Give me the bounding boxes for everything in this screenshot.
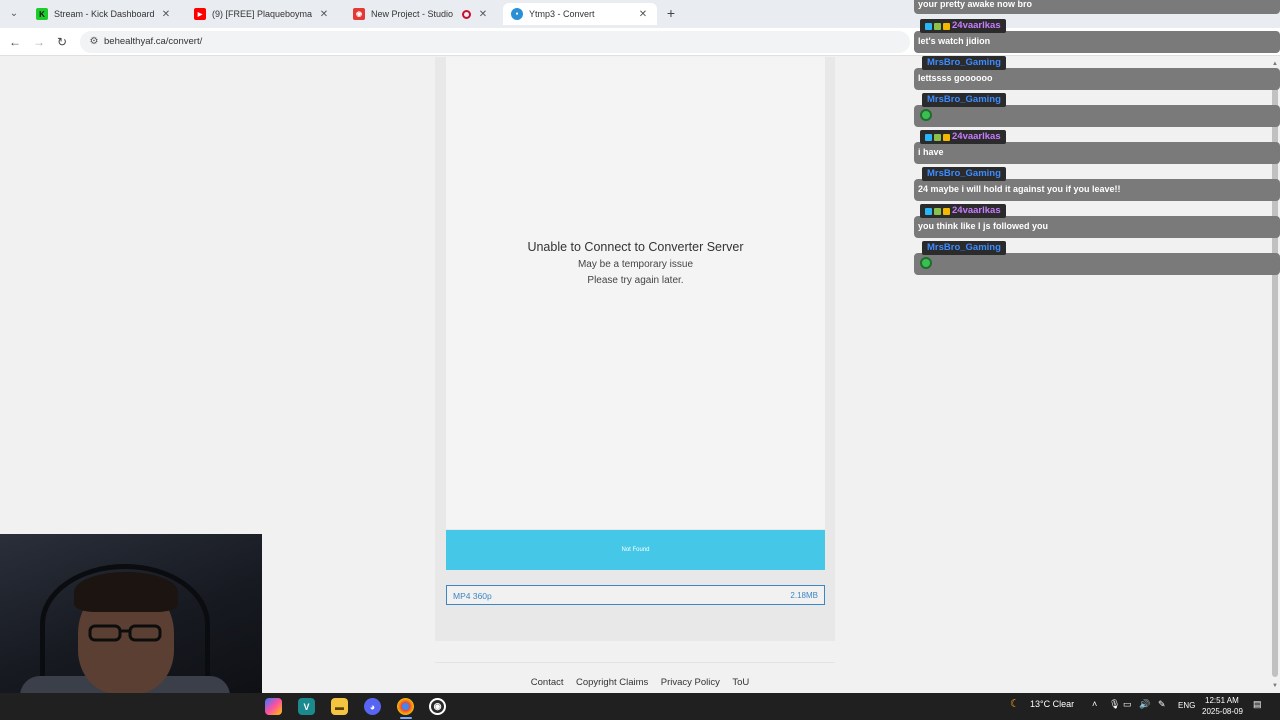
- chat-message-body: [914, 253, 1280, 275]
- chat-username: 24vaarlkas: [920, 130, 1006, 144]
- new-tab-plus-icon[interactable]: +: [664, 6, 678, 20]
- footer-link-copyright-claims[interactable]: Copyright Claims: [576, 677, 648, 688]
- badge-icon: [934, 207, 941, 215]
- chat-username: MrsBro_Gaming: [922, 93, 1006, 107]
- tab-kick-dashboard[interactable]: K Stream - Kick Dashboard ✕: [28, 3, 180, 25]
- scroll-down-arrow-icon[interactable]: ▼: [1270, 681, 1280, 691]
- chat-message-text: you think like I js followed you: [918, 221, 1049, 231]
- chat-username: 24vaarlkas: [920, 204, 1006, 218]
- badge-icon: [925, 133, 932, 141]
- close-tab-icon[interactable]: ✕: [318, 9, 330, 20]
- crown-badge-icon: [943, 22, 950, 30]
- format-size: 2.18MB: [790, 591, 818, 600]
- volume-icon[interactable]: 🔊: [1139, 699, 1150, 710]
- chat-username: MrsBro_Gaming: [922, 167, 1006, 181]
- crown-badge-icon: [943, 207, 950, 215]
- ytmp3-favicon-icon: ●: [511, 8, 523, 20]
- chat-message-body: lettssss goooooo: [914, 68, 1280, 90]
- chat-message-text: let's watch jidion: [918, 36, 991, 46]
- chat-username: MrsBro_Gaming: [922, 56, 1006, 70]
- forward-arrow-icon[interactable]: →: [32, 35, 46, 49]
- network-icon[interactable]: ▭: [1123, 699, 1132, 710]
- vegas-app-icon[interactable]: V: [298, 698, 315, 715]
- site-info-icon[interactable]: ⚙: [88, 36, 100, 48]
- chat-message-text: i have: [918, 147, 944, 157]
- chat-message-body: 24 maybe i will hold it against you if y…: [914, 179, 1280, 201]
- pen-icon[interactable]: ✎: [1158, 699, 1166, 710]
- badge-icon: [934, 22, 941, 30]
- kick-favicon-icon: K: [36, 8, 48, 20]
- chat-message-body: [914, 105, 1280, 127]
- webcam-overlay: [0, 534, 262, 693]
- error-message-line2: Please try again later.: [587, 275, 684, 286]
- footer-link-privacy-policy[interactable]: Privacy Policy: [661, 677, 720, 688]
- notifications-icon[interactable]: ▤: [1253, 699, 1262, 710]
- recording-indicator-icon: [462, 9, 471, 19]
- crown-badge-icon: [943, 133, 950, 141]
- badge-icon: [925, 22, 932, 30]
- tab-studio[interactable]: ◉ New Project - Studio ✕: [345, 3, 497, 25]
- format-name: MP4 360p: [453, 591, 492, 601]
- youtube-favicon-icon: ▶: [194, 8, 206, 20]
- address-url: behealthyaf.ca/convert/: [104, 36, 203, 47]
- chat-message-body: let's watch jidion: [914, 31, 1280, 53]
- weather-text[interactable]: 13°C Clear: [1030, 699, 1074, 709]
- tab-search-chevron-icon[interactable]: ⌄: [6, 6, 22, 22]
- tab-title: (9) [FREE] Plaqueboymax Type I: [212, 9, 312, 19]
- address-bar[interactable]: ⚙ behealthyaf.ca/convert/: [80, 31, 910, 53]
- chat-message-text: lettssss goooooo: [918, 73, 993, 83]
- microphone-icon[interactable]: 🎙: [1109, 699, 1120, 710]
- badge-icon: [925, 207, 932, 215]
- tab-youtube[interactable]: ▶ (9) [FREE] Plaqueboymax Type I ✕: [186, 3, 338, 25]
- badge-icon: [934, 133, 941, 141]
- glasses-icon: [88, 624, 162, 642]
- not-found-button[interactable]: Not Found: [446, 530, 825, 570]
- back-arrow-icon[interactable]: ←: [8, 35, 22, 49]
- chat-message-body: you think like I js followed you: [914, 216, 1280, 238]
- chat-message-body: i have: [914, 142, 1280, 164]
- converter-panel: [446, 57, 825, 529]
- chat-username: MrsBro_Gaming: [922, 241, 1006, 255]
- green-emote-icon: [920, 109, 932, 121]
- close-tab-icon[interactable]: ✕: [637, 9, 649, 20]
- error-title: Unable to Connect to Converter Server: [527, 240, 744, 254]
- green-emote-icon: [920, 257, 932, 269]
- obs-icon[interactable]: ◉: [429, 698, 446, 715]
- hair-shape: [74, 572, 178, 612]
- error-message-line1: May be a temporary issue: [577, 259, 694, 270]
- clock-time[interactable]: 12:51 AM: [1205, 696, 1239, 705]
- footer-link-contact[interactable]: Contact: [531, 677, 564, 688]
- reload-icon[interactable]: ↻: [55, 35, 69, 49]
- close-tab-icon[interactable]: ✕: [160, 9, 172, 20]
- chat-message-text: 24 maybe i will hold it against you if y…: [918, 184, 1121, 194]
- studio-favicon-icon: ◉: [353, 8, 365, 20]
- discord-icon[interactable]: ◕: [364, 698, 381, 715]
- close-tab-icon[interactable]: ✕: [477, 9, 489, 20]
- file-explorer-icon[interactable]: ▬: [331, 698, 348, 715]
- tab-title: Stream - Kick Dashboard: [54, 9, 154, 19]
- chrome-active-indicator: [400, 717, 412, 719]
- weather-moon-icon[interactable]: ☾: [1010, 697, 1020, 710]
- footer-link-tou[interactable]: ToU: [732, 677, 749, 688]
- windows-taskbar: V ▬ ◕ ◉ ☾ 13°C Clear ˄ 🎙 ▭ 🔊 ✎ ENG 12:51…: [0, 693, 1280, 720]
- format-option-mp4-360p[interactable]: MP4 360p 2.18MB: [446, 585, 825, 605]
- tab-title: Ytmp3 - Convert: [529, 9, 595, 19]
- chat-message-text: your pretty awake now bro: [918, 0, 1033, 9]
- screen: ⌄ K Stream - Kick Dashboard ✕ ▶ (9) [FRE…: [0, 0, 1280, 720]
- footer-divider: [435, 662, 835, 663]
- chat-message-body: your pretty awake now bro: [914, 0, 1280, 14]
- chrome-icon[interactable]: [397, 698, 414, 715]
- copilot-icon[interactable]: [265, 698, 282, 715]
- tab-ytmp3-convert[interactable]: ● Ytmp3 - Convert ✕: [503, 3, 657, 25]
- clock-date[interactable]: 2025-08-09: [1202, 707, 1243, 716]
- tab-title: New Project - Studio: [371, 9, 454, 19]
- stream-chat-overlay: your pretty awake now bro let's watch ji…: [914, 0, 1280, 275]
- chat-username: 24vaarlkas: [920, 19, 1006, 33]
- language-indicator[interactable]: ENG: [1178, 701, 1195, 710]
- tray-chevron-up-icon[interactable]: ˄: [1092, 699, 1097, 709]
